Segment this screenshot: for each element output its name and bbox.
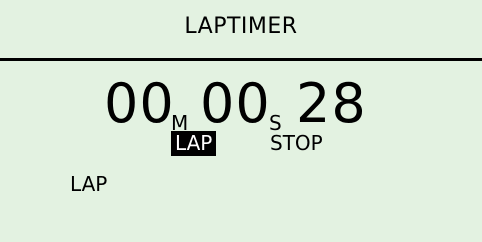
lap-list-label: LAP [70,172,108,196]
timer-seconds: 00 [200,72,271,135]
stop-state-button[interactable]: STOP [270,131,323,156]
timer-minutes: 00 [104,72,175,135]
timer-display: 00 M 00 S 28 [0,72,482,135]
lap-mode-button[interactable]: LAP [171,131,217,156]
timer-centiseconds: 28 [296,72,367,135]
app-header: LAPTIMER [0,0,482,61]
app-title: LAPTIMER [184,14,298,39]
header-divider [0,58,482,61]
